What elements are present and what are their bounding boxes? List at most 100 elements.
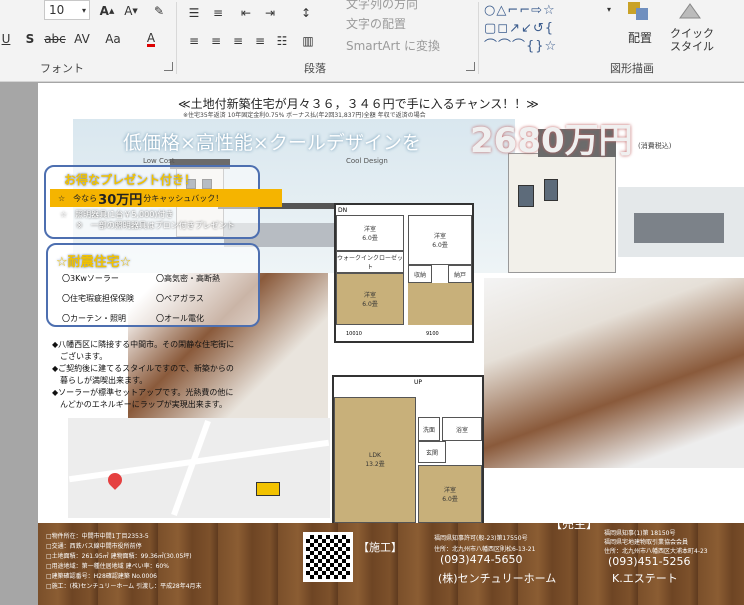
room-label: ウォークインクローゼット (337, 255, 404, 271)
gift-item: ☆ 照明器具(1台￥5,000)付き (60, 210, 174, 219)
room: 洋室 6.0畳 (418, 465, 482, 523)
description-line: ◆ご契約後に建てるスタイルですので、新築からの (52, 364, 234, 373)
builder-info-line: 福岡県知事許可(般-23)第17550号 (434, 535, 528, 542)
room: ウォークインクローゼット (336, 251, 404, 273)
seller-info-line: 福岡県知事(1)第 18150号 (604, 530, 676, 537)
site-marker-icon (256, 482, 280, 496)
room: LDK 13.2畳 (334, 397, 416, 523)
gift-item: ※ 一部の照明器具はプロン付きプレゼント (60, 221, 235, 230)
smartart-button[interactable]: SmartArt に変換 (346, 36, 472, 54)
room: 浴室 (442, 417, 482, 441)
builder-phone: (093)474-5650 (440, 553, 523, 566)
location-map[interactable] (68, 418, 330, 518)
change-case-icon[interactable]: Aa (102, 30, 124, 48)
slide-top-subline: ※住宅35年返済 10年固定金利0.75% ボーナス払(年2回31,837円)全… (183, 112, 426, 119)
quick-style-icon[interactable] (676, 0, 704, 24)
price-note: (消費税込) (638, 142, 672, 150)
slide-headline: 低価格×高性能×クールデザインを (123, 132, 421, 154)
property-info-line: □施工：(株)センチュリーホーム 引渡し：平成28年4月末 (46, 583, 202, 590)
room: 洋室 6.0畳 (408, 215, 472, 265)
seller-info-line: 住所：北九州市八幡西区大浦本町4-23 (604, 548, 708, 555)
room-label: 収納 (413, 271, 426, 279)
room: 洋室 6.0畳 (336, 215, 404, 251)
floor-plan-upper: DN 洋室 6.0畳 洋室 6.0畳 ウォークインクローゼット 洋室 6.0畳 … (334, 203, 474, 343)
property-info-line: □建築確認番号：H28確認建築 No.0006 (46, 573, 157, 580)
font-group-label: フォント (40, 62, 84, 75)
numbering-icon[interactable]: ≡ (210, 4, 226, 22)
description-line: んどかのエネルギーにラップが実現出来ます。 (52, 400, 227, 409)
caption-cool-design: Cool Design (346, 157, 388, 165)
text-align-button[interactable]: 文字の配置 (346, 14, 446, 32)
bullets-icon[interactable]: ☰ (186, 4, 202, 22)
floor-area (408, 283, 472, 325)
qr-code[interactable] (303, 532, 353, 582)
align-right-icon[interactable]: ≡ (230, 32, 246, 50)
feature-item: 〇3Kwソーラー (62, 274, 119, 283)
underline-icon[interactable]: U (0, 30, 12, 48)
font-dialog-launcher-icon[interactable] (164, 62, 173, 71)
decrease-indent-icon[interactable]: ⇤ (238, 4, 254, 22)
clear-format-icon[interactable]: ✎ (152, 2, 166, 20)
font-size-select[interactable]: 10 ▾ (44, 0, 90, 20)
drawing-group-label: 図形描画 (610, 62, 654, 75)
align-center-icon[interactable]: ≡ (208, 32, 224, 50)
features-title: ☆耐震住宅☆ (56, 255, 132, 270)
grow-font-icon[interactable]: A ▲ (98, 2, 116, 20)
slide-canvas[interactable]: ≪土地付新築住宅が月々３６，３４６円で手に入るチャンス！！≫ ※住宅35年返済 … (38, 83, 744, 605)
description-line: 暮らしが満喫出来ます。 (52, 376, 148, 385)
parked-cars (634, 213, 724, 243)
property-info-line: □用途地域：第一種住居地域 建ぺい率：60% (46, 563, 169, 570)
shrink-font-icon[interactable]: A ▼ (122, 2, 140, 20)
floor-plan-lower: UP 洗面 浴室 玄関 LDK 13.2畳 洋室 6.0畳 (332, 375, 484, 525)
cashback-prefix: ☆ 今なら (58, 193, 98, 203)
builder-name: (株)センチュリーホーム (438, 572, 557, 585)
strikethrough-icon[interactable]: abc (44, 30, 66, 48)
seller-tag: 【売主】 (550, 517, 599, 531)
description-line: ◆八幡西区に隣接する中間市。その閑静な住宅街に (52, 340, 235, 349)
columns-icon[interactable]: ▥ (300, 32, 316, 50)
quick-style-label: クイック スタイル (670, 27, 714, 53)
room-label: 洋室 6.0畳 (442, 487, 458, 503)
divider (176, 2, 177, 74)
builder-tag: 【施工】 (358, 541, 402, 554)
font-size-value: 10 (49, 3, 65, 17)
shapes-gallery[interactable]: ○△⌐⌐⇨☆ ▢◻↗↙↺{⌒⌒⌒{}☆ (484, 2, 600, 56)
chevron-down-icon: ▾ (81, 5, 86, 15)
increase-indent-icon[interactable]: ⇥ (262, 4, 278, 22)
feature-item: 〇住宅瑕疵担保保険 (62, 294, 134, 303)
char-spacing-icon[interactable]: AV (72, 30, 92, 48)
paragraph-group-label: 段落 (304, 62, 326, 75)
room-label: 浴室 (455, 426, 468, 434)
house-illustration-right (508, 153, 616, 273)
justify-icon[interactable]: ≡ (252, 32, 268, 50)
quick-style-button[interactable]: クイック スタイル (662, 26, 722, 54)
room: 納戸 (448, 265, 472, 283)
room-label: 洋室 6.0畳 (362, 226, 378, 242)
gallery-scroll-icon[interactable]: ▾ (604, 0, 614, 18)
interior-illustration-right (484, 278, 744, 468)
text-direction-button[interactable]: 文字列の方向 (346, 0, 446, 12)
property-info-line: □交通：西鉄バス線中間市役所前停 (46, 543, 142, 550)
feature-item: 〇オール電化 (156, 314, 204, 323)
shadow-icon[interactable]: S (24, 30, 36, 48)
font-color-icon[interactable]: A (140, 30, 162, 48)
label-dn: DN (338, 207, 348, 214)
room-label: 玄関 (425, 449, 438, 457)
arrange-button[interactable]: 配置 (620, 28, 660, 46)
align-left-icon[interactable]: ≡ (186, 32, 202, 50)
paragraph-dialog-launcher-icon[interactable] (466, 62, 475, 71)
ribbon: 10 ▾ A ▲ A ▼ ✎ U S abc AV Aa A フォント ☰ ≡ ⇤ … (0, 0, 744, 82)
map-road (171, 419, 211, 517)
builder-info-line: 住所：北九州市八幡西区則松6-13-21 (434, 546, 536, 553)
room-label: 洗面 (422, 426, 435, 434)
line-spacing-icon[interactable]: ↕ (298, 4, 314, 22)
distributed-icon[interactable]: ☷ (274, 32, 290, 50)
window (544, 179, 558, 201)
caption-low-cost: Low Cost (143, 157, 175, 165)
arrange-icon[interactable] (626, 0, 652, 24)
dimension-right: 9100 (426, 331, 439, 337)
room: 玄関 (418, 441, 446, 463)
arrange-label: 配置 (627, 30, 652, 45)
room-label: 納戸 (453, 271, 466, 279)
gift-title: お得なプレゼント付き！ (64, 173, 197, 187)
